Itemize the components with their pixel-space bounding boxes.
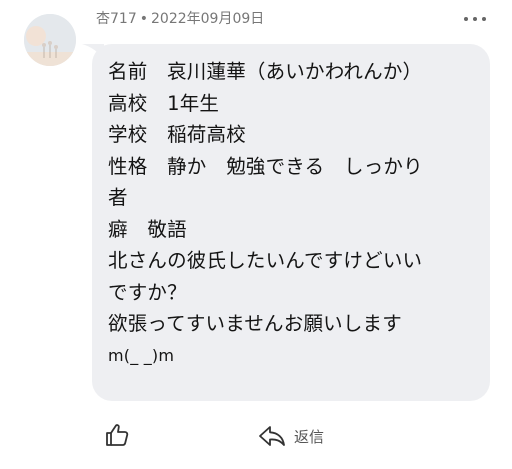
comment-line: ですか？: [108, 280, 187, 304]
comment-date: 2022年09月09日: [151, 11, 265, 27]
comment-line: 北さんの彼氏したいんですけどいい: [108, 249, 423, 272]
more-options-icon[interactable]: [464, 12, 486, 26]
comment-line: m(_ _)m: [108, 345, 175, 365]
like-button[interactable]: [104, 422, 130, 448]
comment-line: 高校 1年生: [108, 91, 220, 115]
comment-line: 癖 敬語: [108, 217, 187, 241]
comment-meta: 杏717 • 2022年09月09日: [96, 9, 264, 29]
comment-line: 欲張ってすいませんお願いします: [108, 312, 402, 335]
meta-separator: •: [139, 11, 148, 27]
reply-button[interactable]: 返信: [258, 424, 324, 448]
comment-item: 杏717 • 2022年09月09日 名前 哀川蓮華（あいかわれんか） 高校 1年生…: [0, 0, 512, 469]
avatar-image: [24, 14, 76, 66]
reply-arrow-icon: [259, 426, 285, 446]
more-dot: [482, 17, 486, 21]
more-dot: [464, 17, 468, 21]
author-name[interactable]: 杏717: [96, 11, 137, 27]
comment-line: 性格 静か 勉強できる しっかり: [108, 154, 423, 178]
avatar[interactable]: [24, 14, 76, 66]
thumbs-up-icon: [106, 424, 129, 446]
comment-line: 名前 哀川蓮華（あいかわれんか）: [108, 60, 423, 83]
comment-bubble: 名前 哀川蓮華（あいかわれんか） 高校 1年生 学校 稲荷高校 性格 静か 勉強…: [92, 44, 490, 401]
more-dot: [473, 17, 477, 21]
reply-label: 返信: [294, 427, 325, 446]
comment-line: 学校 稲荷高校: [108, 123, 246, 146]
comment-line: 者: [108, 186, 128, 209]
